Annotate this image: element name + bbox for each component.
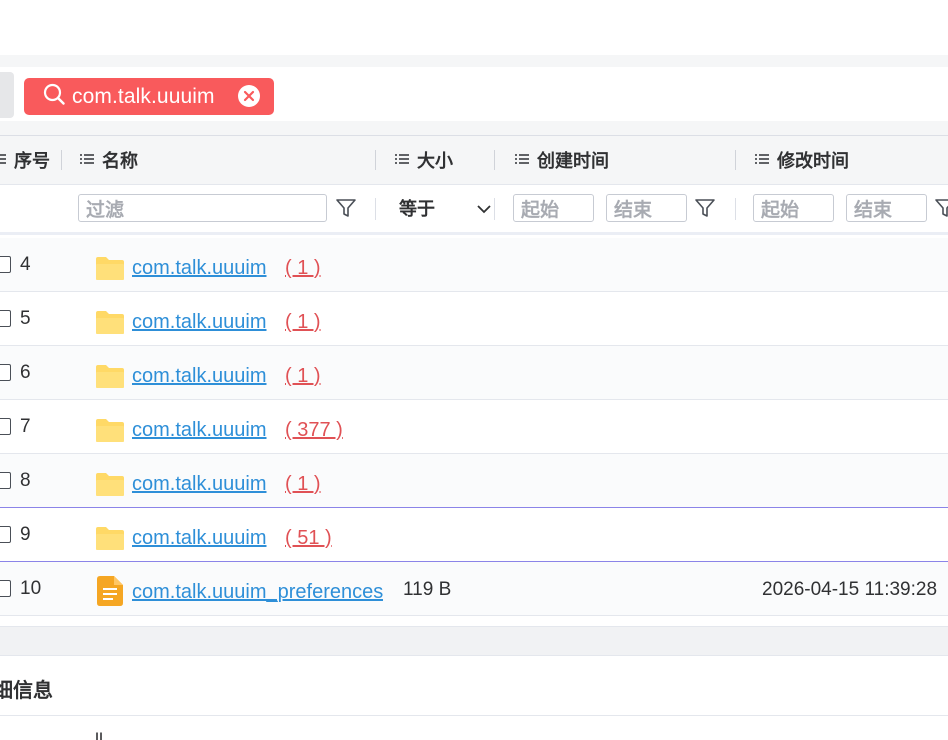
list-icon	[80, 150, 94, 171]
item-count[interactable]: ( 1 )	[285, 257, 321, 280]
detail-section-title: 细信息	[0, 680, 53, 702]
search-field-edge[interactable]	[0, 72, 14, 118]
document-icon	[97, 576, 123, 611]
folder-icon	[96, 364, 124, 393]
column-header-label: 大小	[417, 151, 453, 171]
table-row[interactable]: 6 com.talk.uuuim ( 1 )	[0, 346, 948, 400]
list-icon	[0, 150, 6, 171]
created-end-placeholder: 结束	[614, 199, 653, 221]
column-divider[interactable]	[375, 150, 376, 170]
divider	[0, 715, 948, 716]
row-index: 10	[20, 578, 42, 599]
filter-divider	[494, 198, 495, 220]
table-row[interactable]: 8 com.talk.uuuim ( 1 )	[0, 454, 948, 508]
column-divider[interactable]	[735, 150, 736, 170]
search-icon	[43, 83, 65, 110]
item-count[interactable]: ( 377 )	[285, 419, 343, 442]
table-row[interactable]: 10 com.talk.uuuim_preferences 119 B 2026…	[0, 562, 948, 616]
file-name-link[interactable]: com.talk.uuuim	[132, 473, 267, 496]
column-header-label: 名称	[102, 151, 138, 171]
column-header-label: 创建时间	[537, 151, 609, 171]
item-count[interactable]: ( 1 )	[285, 311, 321, 334]
row-checkbox[interactable]	[0, 526, 11, 543]
row-index: 4	[20, 254, 31, 275]
file-size: 119 B	[403, 579, 452, 600]
filter-icon[interactable]	[335, 197, 357, 219]
folder-icon	[96, 418, 124, 447]
chevron-down-icon[interactable]	[477, 202, 491, 220]
modified-start-input[interactable]: 起始	[753, 194, 834, 222]
row-checkbox[interactable]	[0, 256, 11, 273]
column-header-label: 修改时间	[777, 151, 849, 171]
column-divider[interactable]	[61, 150, 62, 170]
column-header-size[interactable]: 大小	[395, 136, 453, 184]
search-tag-chip[interactable]: com.talk.uuuim	[24, 78, 274, 115]
top-area	[0, 0, 948, 55]
row-checkbox[interactable]	[0, 472, 11, 489]
folder-icon	[96, 472, 124, 501]
separator-band	[0, 55, 948, 67]
table-row[interactable]: 7 com.talk.uuuim ( 377 )	[0, 400, 948, 454]
table-row[interactable]: 4 com.talk.uuuim ( 1 )	[0, 238, 948, 292]
column-header-name[interactable]: 名称	[80, 136, 138, 184]
size-operator-select[interactable]: 等于	[399, 194, 435, 222]
row-index: 8	[20, 470, 31, 491]
created-start-placeholder: 起始	[521, 199, 560, 221]
column-header-modified[interactable]: 修改时间	[755, 136, 849, 184]
modified-end-input[interactable]: 结束	[846, 194, 927, 222]
column-header-created[interactable]: 创建时间	[515, 136, 609, 184]
row-index: 6	[20, 362, 31, 383]
modified-time: 2026-04-15 11:39:28	[762, 579, 938, 600]
file-name-link[interactable]: com.talk.uuuim	[132, 365, 267, 388]
list-icon	[755, 150, 769, 171]
name-filter-placeholder: 过滤	[86, 199, 125, 221]
file-name-link[interactable]: com.talk.uuuim	[132, 419, 267, 442]
filter-divider	[375, 198, 376, 220]
row-index: 9	[20, 524, 31, 545]
filter-icon[interactable]	[934, 197, 948, 219]
size-operator-value: 等于	[399, 199, 435, 219]
search-tag-label: com.talk.uuuim	[72, 84, 215, 108]
row-index: 7	[20, 416, 31, 437]
table-row[interactable]: 5 com.talk.uuuim ( 1 )	[0, 292, 948, 346]
column-header-label: 序号	[14, 151, 50, 171]
filter-row: 过滤 等于 起始 结束 起始 结束	[0, 185, 948, 235]
file-name-link[interactable]: com.talk.uuuim	[132, 527, 267, 550]
table-body: 4 com.talk.uuuim ( 1 ) 5 com.talk.uuuim …	[0, 238, 948, 616]
list-icon	[515, 150, 529, 171]
filter-icon[interactable]	[694, 197, 716, 219]
created-end-input[interactable]: 结束	[606, 194, 687, 222]
folder-icon	[96, 310, 124, 339]
item-count[interactable]: ( 1 )	[285, 473, 321, 496]
table-header: 序号 名称 大小 创建时间 修改时间	[0, 135, 948, 185]
row-checkbox[interactable]	[0, 364, 11, 381]
row-checkbox[interactable]	[0, 310, 11, 327]
modified-end-placeholder: 结束	[854, 199, 893, 221]
folder-icon	[96, 256, 124, 285]
table-row[interactable]: 9 com.talk.uuuim ( 51 )	[0, 508, 948, 562]
folder-icon	[96, 526, 124, 555]
item-count[interactable]: ( 51 )	[285, 527, 332, 550]
modified-start-placeholder: 起始	[761, 199, 800, 221]
close-icon[interactable]	[238, 85, 260, 107]
column-header-index[interactable]: 序号	[0, 136, 50, 184]
filter-divider	[735, 198, 736, 220]
detail-partial-text: ll	[95, 731, 103, 740]
file-name-link[interactable]: com.talk.uuuim	[132, 311, 267, 334]
file-name-link[interactable]: com.talk.uuuim	[132, 257, 267, 280]
file-name-link[interactable]: com.talk.uuuim_preferences	[132, 581, 383, 604]
name-filter-input[interactable]: 过滤	[78, 194, 327, 222]
row-checkbox[interactable]	[0, 580, 11, 597]
row-checkbox[interactable]	[0, 418, 11, 435]
item-count[interactable]: ( 1 )	[285, 365, 321, 388]
column-divider[interactable]	[494, 150, 495, 170]
separator-band	[0, 121, 948, 135]
created-start-input[interactable]: 起始	[513, 194, 594, 222]
row-index: 5	[20, 308, 31, 329]
list-icon	[395, 150, 409, 171]
horizontal-scrollbar[interactable]	[0, 626, 948, 656]
